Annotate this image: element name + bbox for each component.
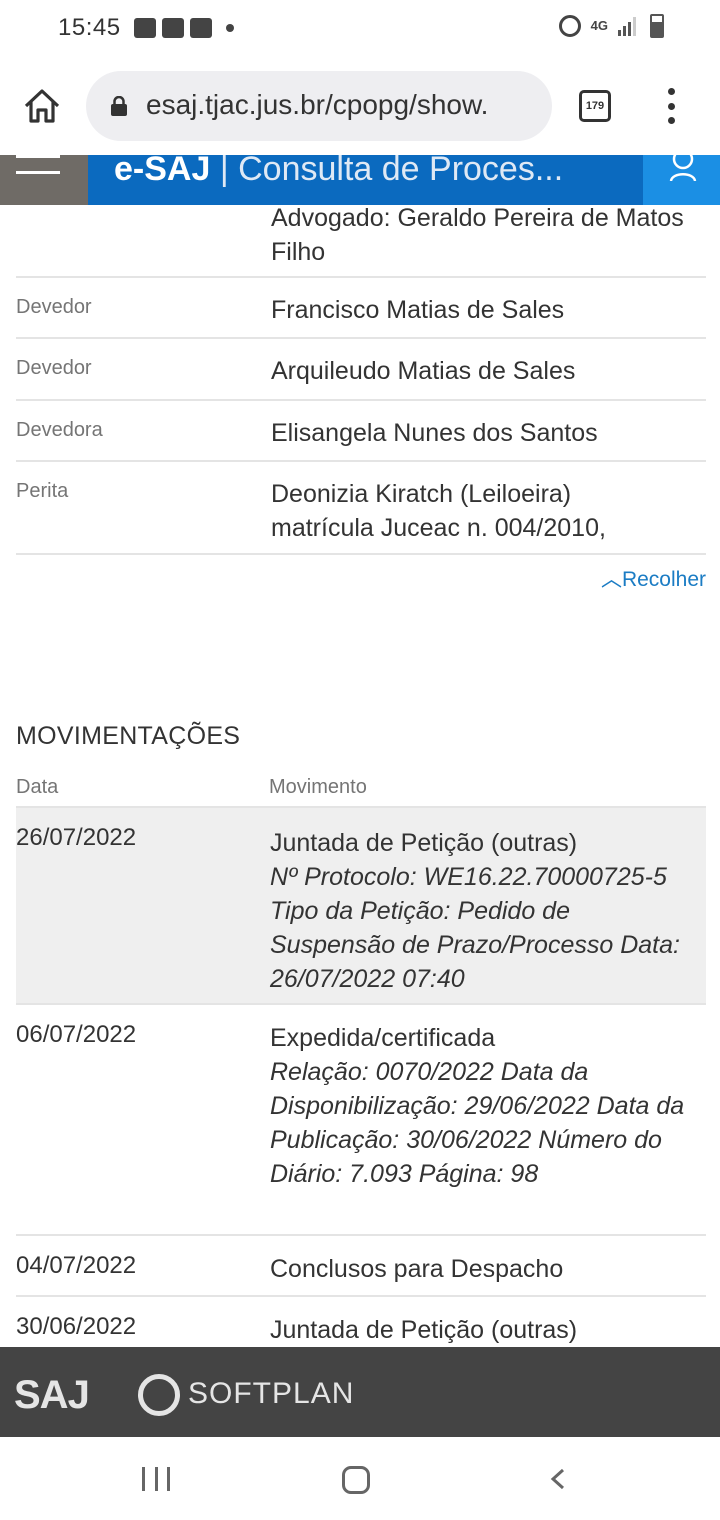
party-row: Devedor Arquileudo Matias de Sales: [16, 339, 706, 401]
home-nav-icon[interactable]: [342, 1466, 370, 1494]
status-time: 15:45: [58, 14, 121, 41]
movement-title: Juntada de Petição (outras): [270, 829, 578, 857]
softplan-logo: SOFTPLAN: [188, 1377, 355, 1410]
party-row: Advogado: Geraldo Pereira de Matos Filho: [16, 201, 706, 278]
browser-toolbar: esaj.tjac.jus.br/cpopg/show. 179: [0, 58, 720, 155]
party-role: Devedora: [16, 419, 103, 441]
lock-icon: [111, 96, 127, 116]
party-name: Deonizia Kiratch (Leiloeira) matrícula J…: [271, 480, 606, 542]
party-row: Devedora Elisangela Nunes dos Santos: [16, 401, 706, 462]
party-role: Devedor: [16, 296, 92, 318]
network-type: 4G: [590, 18, 608, 33]
movement-date: 26/07/2022: [16, 824, 137, 851]
recent-apps-icon[interactable]: [142, 1467, 170, 1491]
movement-row[interactable]: 04/07/2022 Conclusos para Despacho: [16, 1236, 706, 1297]
parties-list: Advogado: Geraldo Pereira de Matos Filho…: [16, 204, 706, 555]
party-role: Perita: [16, 480, 69, 502]
party-row: Devedor Francisco Matias de Sales: [16, 278, 706, 339]
movement-body: Juntada de Petição (outras) Nº Protocolo…: [270, 808, 706, 996]
user-icon: [669, 155, 697, 181]
party-name: Arquileudo Matias de Sales: [271, 357, 576, 385]
collapse-label: Recolher: [621, 568, 706, 591]
movement-body: Juntada de Petição (outras): [270, 1297, 706, 1347]
party-name: Francisco Matias de Sales: [271, 296, 565, 324]
message-icon: [190, 18, 212, 38]
movement-row[interactable]: 26/07/2022 Juntada de Petição (outras) N…: [16, 808, 706, 1005]
party-row: Perita Deonizia Kiratch (Leiloeira) matr…: [16, 462, 706, 555]
hamburger-menu-icon[interactable]: [0, 155, 88, 205]
movement-detail: Nº Protocolo: WE16.22.70000725-5 Tipo da…: [270, 863, 680, 993]
more-menu-icon[interactable]: [665, 88, 677, 124]
movement-title: Expedida/certificada: [270, 1024, 496, 1052]
status-bar: 15:45 4G: [0, 0, 720, 58]
app-header: e-SAJ | Consulta de Proces...: [0, 152, 720, 205]
notification-icons: [134, 18, 234, 38]
movement-title: Juntada de Petição (outras): [270, 1316, 578, 1344]
address-bar[interactable]: esaj.tjac.jus.br/cpopg/show.: [86, 71, 552, 141]
more-notifications-icon: [226, 24, 234, 32]
chevron-up-icon: ︿: [600, 568, 622, 591]
movement-date: 04/07/2022: [16, 1252, 137, 1279]
movement-detail: Relação: 0070/2022 Data da Disponibiliza…: [270, 1058, 685, 1188]
collapse-link[interactable]: ︿Recolher: [601, 563, 706, 593]
column-header-movement: Movimento: [269, 776, 367, 798]
user-button[interactable]: [643, 155, 720, 205]
movements-list: 26/07/2022 Juntada de Petição (outras) N…: [16, 808, 706, 1357]
url-text[interactable]: esaj.tjac.jus.br/cpopg/show.: [146, 89, 540, 121]
movements-title: MOVIMENTAÇÕES: [16, 722, 241, 750]
column-header-date: Data: [16, 776, 59, 798]
signal-icon: [618, 16, 640, 36]
party-name: Elisangela Nunes dos Santos: [271, 419, 598, 447]
movement-body: Conclusos para Despacho: [270, 1236, 706, 1286]
tab-switcher-button[interactable]: 179: [579, 90, 611, 122]
page-footer: SAJ SOFTPLAN: [0, 1347, 720, 1437]
brand-name: e-SAJ: [114, 150, 211, 188]
system-icons: 4G: [558, 14, 664, 38]
voicemail-icon: [134, 18, 156, 38]
brand-separator: |: [219, 150, 229, 188]
system-nav-bar: [0, 1437, 720, 1520]
battery-icon: [650, 14, 664, 38]
app-brand: e-SAJ | Consulta de Proces...: [114, 152, 563, 186]
youtube-icon: [162, 18, 184, 38]
movement-row[interactable]: 06/07/2022 Expedida/certificada Relação:…: [16, 1005, 706, 1236]
softplan-logo-icon: [138, 1374, 180, 1416]
home-icon[interactable]: [22, 86, 62, 126]
movements-table-header: Data Movimento: [16, 772, 706, 808]
alarm-icon: [558, 15, 581, 37]
party-name: Advogado: Geraldo Pereira de Matos Filho: [271, 204, 684, 266]
movement-date: 06/07/2022: [16, 1021, 137, 1048]
movement-date: 30/06/2022: [16, 1313, 137, 1340]
movement-body: Expedida/certificada Relação: 0070/2022 …: [270, 1005, 706, 1191]
saj-logo: SAJ: [14, 1373, 90, 1417]
page-title: Consulta de Proces...: [238, 150, 564, 188]
back-icon[interactable]: [548, 1468, 568, 1490]
movement-title: Conclusos para Despacho: [270, 1255, 564, 1283]
party-role: Devedor: [16, 357, 92, 379]
